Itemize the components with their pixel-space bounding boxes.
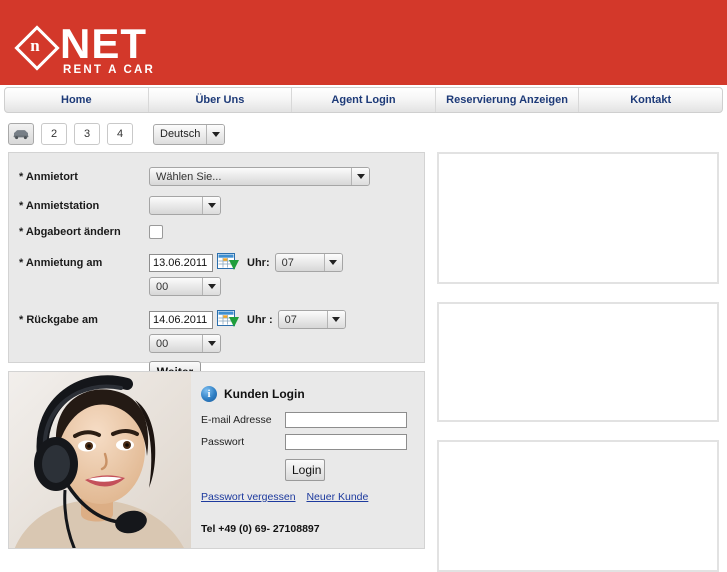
login-form: i Kunden Login E-mail Adresse Passwort L…: [201, 386, 421, 535]
anmietung-uhr-label: Uhr:: [247, 256, 270, 269]
main-navigation: Home Über Uns Agent Login Reservierung A…: [4, 87, 723, 113]
chevron-down-icon: [323, 254, 342, 271]
right-column: [437, 152, 719, 572]
label-anmietung-am: * Anmietung am: [19, 256, 103, 269]
step-2[interactable]: 2: [41, 123, 67, 145]
left-column: * Anmietort Wählen Sie... * Anmietstatio…: [8, 152, 425, 549]
rueckgabe-uhr-label: Uhr :: [247, 313, 273, 326]
anmietort-value: Wählen Sie...: [156, 170, 222, 183]
anmietung-hour-select[interactable]: 07: [274, 253, 343, 272]
anmietort-select[interactable]: Wählen Sie...: [149, 167, 370, 186]
nav-home[interactable]: Home: [5, 88, 149, 112]
rueckgabe-date-input[interactable]: [149, 310, 213, 329]
anmietung-minute-value: 00: [156, 280, 169, 293]
site-header: n NET RENT A CAR: [0, 0, 727, 85]
email-label: E-mail Adresse: [201, 414, 272, 426]
chevron-down-icon: [202, 335, 220, 352]
logo-wordmark: NET: [60, 20, 147, 67]
anmietung-hour-value: 07: [281, 256, 294, 269]
email-field[interactable]: [285, 412, 407, 428]
language-select-value: Deutsch: [160, 128, 201, 140]
chevron-down-icon: [351, 168, 369, 185]
nav-ueber-uns[interactable]: Über Uns: [149, 88, 293, 112]
language-select[interactable]: Deutsch: [153, 123, 225, 145]
password-label: Passwort: [201, 436, 245, 448]
rueckgabe-minute-select[interactable]: 00: [149, 334, 221, 353]
calendar-icon[interactable]: [217, 310, 239, 329]
car-icon: [13, 129, 29, 139]
step-1-vehicle[interactable]: [8, 123, 34, 145]
chevron-down-icon: [206, 124, 224, 144]
email-row: E-mail Adresse: [201, 412, 421, 428]
anmietung-date-input[interactable]: [149, 253, 213, 272]
side-panel-2: [437, 302, 719, 422]
nav-reservierung-anzeigen[interactable]: Reservierung Anzeigen: [436, 88, 580, 112]
nav-kontakt[interactable]: Kontakt: [579, 88, 722, 112]
abgabeort-aendern-checkbox[interactable]: [149, 225, 163, 239]
contact-phone: Tel +49 (0) 69- 27108897: [201, 523, 320, 535]
step-3[interactable]: 3: [74, 123, 100, 145]
forgot-password-link[interactable]: Passwort vergessen: [201, 491, 296, 503]
booking-form-panel: * Anmietort Wählen Sie... * Anmietstatio…: [8, 152, 425, 383]
anmietstation-select[interactable]: [149, 196, 221, 215]
chevron-down-icon: [326, 311, 345, 328]
new-customer-link[interactable]: Neuer Kunde: [306, 491, 368, 503]
login-title: Kunden Login: [224, 387, 305, 401]
logo-letter: n: [30, 36, 40, 55]
nav-agent-login[interactable]: Agent Login: [292, 88, 436, 112]
calendar-icon[interactable]: [217, 253, 239, 272]
logo-tagline: RENT A CAR: [63, 64, 156, 76]
step-indicator: 2 3 4 Deutsch: [8, 122, 727, 146]
customer-login-panel: i Kunden Login E-mail Adresse Passwort L…: [8, 371, 425, 549]
call-center-agent-photo: [9, 372, 191, 548]
chevron-down-icon: [202, 278, 220, 295]
rueckgabe-minute-value: 00: [156, 337, 169, 350]
side-panel-3: [437, 440, 719, 572]
anmietung-minute-select[interactable]: 00: [149, 277, 221, 296]
label-rueckgabe-am: * Rückgabe am: [19, 313, 98, 326]
login-button[interactable]: Login: [285, 459, 325, 481]
brand-logo[interactable]: n NET RENT A CAR: [14, 20, 156, 76]
password-row: Passwort: [201, 434, 421, 450]
label-abgabeort-aendern: * Abgabeort ändern: [19, 226, 121, 238]
label-anmietstation: * Anmietstation: [19, 199, 100, 212]
password-field[interactable]: [285, 434, 407, 450]
login-links: Passwort vergessen Neuer Kunde: [201, 491, 421, 503]
login-header: i Kunden Login: [201, 386, 421, 402]
diamond-n-icon: n: [14, 25, 60, 71]
chevron-down-icon: [202, 197, 220, 214]
rueckgabe-hour-value: 07: [284, 313, 297, 326]
info-icon: i: [201, 386, 217, 402]
label-anmietort: * Anmietort: [19, 170, 78, 183]
step-4[interactable]: 4: [107, 123, 133, 145]
rueckgabe-hour-select[interactable]: 07: [277, 310, 346, 329]
side-panel-1: [437, 152, 719, 284]
